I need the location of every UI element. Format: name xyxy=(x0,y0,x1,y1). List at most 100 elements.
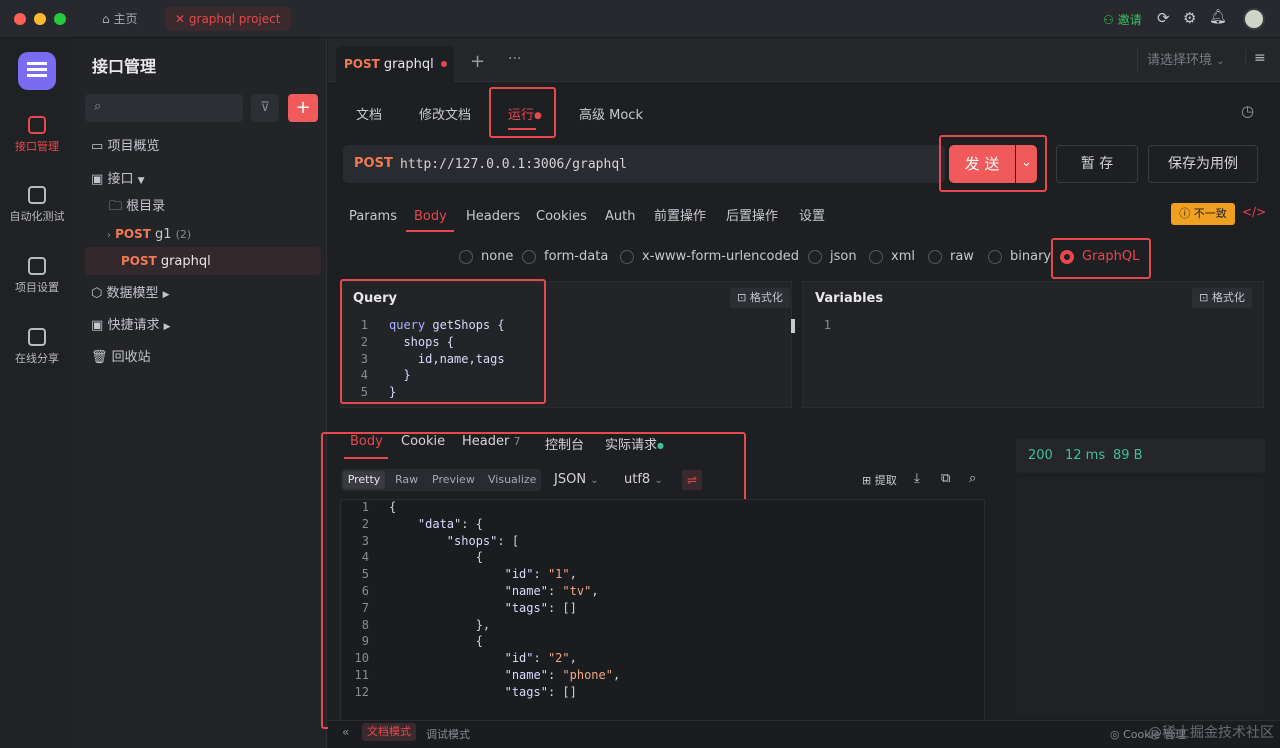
tab-doc[interactable]: 文档 xyxy=(356,102,382,130)
bell-icon[interactable]: 🔔︎ xyxy=(1209,9,1227,25)
close-tab-icon[interactable]: ✕ xyxy=(175,12,185,26)
save-case-button[interactable]: 保存为用例 xyxy=(1148,145,1258,183)
radio-xml[interactable]: xml xyxy=(869,245,915,269)
close-window-button[interactable] xyxy=(14,13,26,25)
url-input[interactable]: http://127.0.0.1:3006/graphql xyxy=(400,157,627,172)
tree-item-trash[interactable]: 🗑︎ 回收站 xyxy=(85,344,321,372)
tab-edit-doc[interactable]: 修改文档 xyxy=(419,102,471,130)
encoding-select[interactable]: utf8 ⌄ xyxy=(624,472,663,487)
resp-tab-console[interactable]: 控制台 xyxy=(545,434,584,453)
active-tab-indicator xyxy=(508,128,536,130)
doc-mode-button[interactable]: 文档模式 xyxy=(362,723,416,741)
tab-run[interactable]: 运行● xyxy=(508,102,542,130)
debug-mode-button[interactable]: 调试模式 xyxy=(426,726,470,742)
format-select[interactable]: JSON ⌄ xyxy=(554,472,599,487)
mismatch-badge[interactable]: ⓘ 不一致 xyxy=(1171,203,1235,225)
menu-icon[interactable]: ≡ xyxy=(1245,50,1266,66)
save-temp-button[interactable]: 暂 存 xyxy=(1056,145,1138,183)
response-json[interactable]: { "data": { "shops": [ { "id": "1", "nam… xyxy=(389,499,620,701)
tab-pre-ops[interactable]: 前置操作 xyxy=(654,204,706,230)
home-tab[interactable]: ⌂ 主页 xyxy=(92,7,147,31)
send-button[interactable]: 发 送 xyxy=(949,145,1015,183)
trash-icon: 🗑︎ xyxy=(91,350,108,365)
history-icon[interactable]: ◷ xyxy=(1241,102,1254,120)
extract-button[interactable]: ⊞ 提取 xyxy=(862,472,897,488)
search-input[interactable]: ⌕ xyxy=(85,94,243,122)
tab-cookies[interactable]: Cookies xyxy=(536,204,587,230)
sync-icon[interactable]: ⟳ xyxy=(1157,9,1170,27)
home-icon: ⌂ xyxy=(102,12,110,26)
view-visualize[interactable]: Visualize xyxy=(488,473,536,486)
query-format-button[interactable]: ⊡ 格式化 xyxy=(730,288,790,308)
watermark: @稀土掘金技术社区 xyxy=(1148,725,1274,741)
invite-link[interactable]: ⚇ 邀请 xyxy=(1103,11,1142,28)
tree-item-models[interactable]: ⬡ 数据模型 ▶ xyxy=(85,280,321,308)
tab-auth[interactable]: Auth xyxy=(605,204,635,230)
overview-icon: ▭ xyxy=(91,139,104,154)
chevron-down-icon: ⌄ xyxy=(654,475,663,486)
filter-icon[interactable]: ⊽ xyxy=(251,94,279,122)
radio-none[interactable]: none xyxy=(459,245,513,269)
api-manage-icon xyxy=(28,116,46,134)
query-title: Query xyxy=(353,291,398,306)
folder-api-icon: ▣ xyxy=(91,172,104,187)
minimize-window-button[interactable] xyxy=(34,13,46,25)
response-size: 89 B xyxy=(1113,448,1143,463)
new-tab-button[interactable]: + xyxy=(470,51,485,72)
search-icon[interactable]: ⌕ xyxy=(969,471,976,486)
tree-item-root[interactable]: 🗀︎ 根目录 xyxy=(85,193,321,221)
maximize-window-button[interactable] xyxy=(54,13,66,25)
radio-urlencoded[interactable]: x-www-form-urlencoded xyxy=(620,245,799,269)
radio-json[interactable]: json xyxy=(808,245,857,269)
tree-item-g1[interactable]: › POST g1 (2) xyxy=(85,220,321,248)
chevron-down-icon: ⌄ xyxy=(1216,56,1225,67)
resp-tab-cookie[interactable]: Cookie xyxy=(401,434,445,449)
rail-automation[interactable]: 自动化测试 xyxy=(0,186,74,224)
view-raw[interactable]: Raw xyxy=(395,473,418,486)
view-preview[interactable]: Preview xyxy=(432,473,475,486)
radio-raw[interactable]: raw xyxy=(928,245,974,269)
main-panel: POST graphql + ··· 请选择环境 ⌄ ≡ 文档 修改文档 运行● … xyxy=(321,38,1280,748)
variables-editor[interactable] xyxy=(853,317,1253,397)
tab-headers[interactable]: Headers xyxy=(466,204,520,230)
view-pretty[interactable]: Pretty xyxy=(343,471,385,489)
tree-item-overview[interactable]: ▭ 项目概览 xyxy=(85,133,321,161)
add-button[interactable]: + xyxy=(288,94,318,122)
request-tab-graphql[interactable]: POST graphql xyxy=(336,46,454,82)
variables-line-numbers: 1 xyxy=(823,318,831,332)
tab-body[interactable]: Body xyxy=(414,204,447,230)
avatar[interactable] xyxy=(1243,8,1265,30)
tree-item-quick[interactable]: ▣ 快捷请求 ▶ xyxy=(85,312,321,340)
tab-post-ops[interactable]: 后置操作 xyxy=(726,204,778,230)
rail-project-settings[interactable]: 项目设置 xyxy=(0,257,74,295)
quick-request-icon: ▣ xyxy=(91,318,104,333)
env-select[interactable]: 请选择环境 ⌄ xyxy=(1137,49,1240,73)
wrap-icon[interactable]: ⇌ xyxy=(682,470,702,490)
radio-graphql[interactable]: GraphQL xyxy=(1060,245,1139,269)
rail-api-manage[interactable]: 接口管理 xyxy=(0,116,74,154)
resp-tab-body[interactable]: Body xyxy=(350,434,383,449)
query-scrollbar[interactable] xyxy=(791,319,795,333)
radio-binary[interactable]: binary xyxy=(988,245,1051,269)
project-tab[interactable]: ✕ graphql project xyxy=(165,7,291,31)
gear-icon[interactable]: ⚙ xyxy=(1183,9,1196,27)
method-select[interactable]: POST xyxy=(354,156,393,171)
send-dropdown-icon[interactable]: ⌄ xyxy=(1016,145,1037,183)
variables-format-button[interactable]: ⊡ 格式化 xyxy=(1192,288,1252,308)
tab-settings[interactable]: 设置 xyxy=(799,204,825,230)
app-logo xyxy=(18,52,56,90)
query-editor[interactable]: query getShops { shops { id,name,tags } … xyxy=(389,317,505,401)
tree-item-graphql[interactable]: POST graphql xyxy=(85,247,321,275)
collapse-icon[interactable]: « xyxy=(342,725,349,739)
tab-params[interactable]: Params xyxy=(349,204,397,230)
more-icon[interactable]: ··· xyxy=(508,51,521,67)
download-icon[interactable]: ⤓ xyxy=(914,471,920,486)
rail-share[interactable]: 在线分享 xyxy=(0,328,74,366)
tab-mock[interactable]: 高级 Mock xyxy=(579,102,643,130)
copy-icon[interactable]: ⧉ xyxy=(941,471,950,486)
resp-tab-header[interactable]: Header 7 xyxy=(462,434,520,449)
radio-form-data[interactable]: form-data xyxy=(522,245,608,269)
resp-tab-actual[interactable]: 实际请求● xyxy=(605,434,664,453)
code-icon[interactable]: </> xyxy=(1242,205,1266,219)
tree-item-interfaces[interactable]: ▣ 接口 ▼ xyxy=(85,166,321,194)
